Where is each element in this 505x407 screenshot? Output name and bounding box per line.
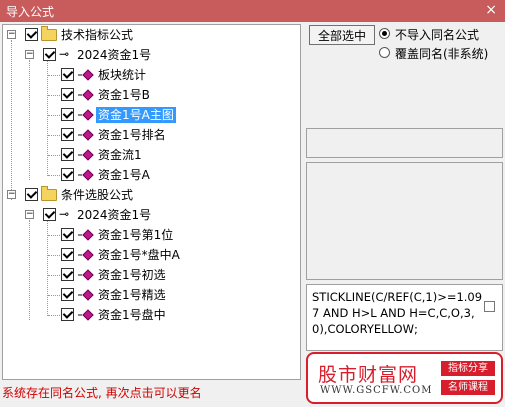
subgroup-label: 2024资金1号 — [77, 48, 152, 62]
item-checkbox[interactable] — [61, 288, 74, 301]
tree-item[interactable]: 板块统计 — [3, 65, 298, 85]
item-label: 资金1号*盘中A — [98, 248, 180, 262]
formula-icon — [82, 229, 94, 241]
brand-name: 股市财富网 — [318, 364, 419, 386]
group-checkbox[interactable] — [25, 28, 38, 41]
item-checkbox[interactable] — [61, 68, 74, 81]
subgroup-checkbox[interactable] — [43, 208, 56, 221]
item-checkbox[interactable] — [61, 268, 74, 281]
tree-item-selected[interactable]: 资金1号A主图 — [3, 105, 298, 125]
item-checkbox[interactable] — [61, 168, 74, 181]
formula-icon — [82, 309, 94, 321]
folder-icon — [41, 186, 57, 201]
radio-label: 覆盖同名(非系统) — [395, 47, 489, 61]
code-option-checkbox[interactable] — [484, 301, 495, 312]
tree-group-technical[interactable]: − 技术指标公式 — [3, 25, 298, 45]
tree-item[interactable]: 资金流1 — [3, 145, 298, 165]
item-label: 资金1号排名 — [98, 128, 166, 142]
tree-subgroup[interactable]: − ⊸ 2024资金1号 — [3, 205, 298, 225]
tree-item[interactable]: 资金1号精选 — [3, 285, 298, 305]
subgroup-checkbox[interactable] — [43, 48, 56, 61]
tree-item[interactable]: 资金1号第1位 — [3, 225, 298, 245]
item-checkbox[interactable] — [61, 148, 74, 161]
tree-item[interactable]: 资金1号排名 — [3, 125, 298, 145]
item-label: 板块统计 — [98, 68, 147, 82]
item-label: 资金1号初选 — [98, 268, 166, 282]
item-label: 资金1号B — [98, 88, 150, 102]
formula-code-text: STICKLINE(C/REF(C,1)>=1.097 AND H>L AND … — [312, 290, 483, 336]
brand-tag-indicators: 指标分享 — [441, 361, 495, 376]
group-label: 条件选股公式 — [61, 188, 134, 202]
formula-icon — [82, 129, 94, 141]
collapse-icon[interactable]: − — [7, 190, 16, 199]
formula-icon — [82, 249, 94, 261]
formula-code-box[interactable]: STICKLINE(C/REF(C,1)>=1.097 AND H>L AND … — [306, 284, 503, 351]
formula-icon — [82, 89, 94, 101]
item-label: 资金1号A主图 — [96, 107, 176, 123]
item-label: 资金1号盘中 — [98, 308, 166, 322]
key-icon: ⊸ — [59, 47, 70, 61]
info-box — [306, 128, 503, 158]
tree-item[interactable]: 资金1号A — [3, 165, 298, 185]
collapse-icon[interactable]: − — [25, 210, 34, 219]
group-checkbox[interactable] — [25, 188, 38, 201]
collapse-icon[interactable]: − — [25, 50, 34, 59]
item-label: 资金流1 — [98, 148, 142, 162]
formula-icon — [82, 69, 94, 81]
brand-watermark: 股市财富网 WWW.GSCFW.COM 指标分享 名师课程 — [306, 352, 503, 404]
item-checkbox[interactable] — [61, 88, 74, 101]
collapse-icon[interactable]: − — [7, 30, 16, 39]
brand-tag-courses: 名师课程 — [441, 380, 495, 395]
formula-icon — [82, 289, 94, 301]
tree-item[interactable]: 资金1号*盘中A — [3, 245, 298, 265]
description-box — [306, 162, 503, 280]
item-label: 资金1号第1位 — [98, 228, 174, 242]
item-checkbox[interactable] — [61, 308, 74, 321]
key-icon: ⊸ — [59, 207, 70, 221]
radio-button[interactable] — [379, 28, 390, 39]
item-checkbox[interactable] — [61, 228, 74, 241]
title-bar: 导入公式 × — [0, 0, 505, 22]
formula-icon — [82, 149, 94, 161]
tree-subgroup[interactable]: − ⊸ 2024资金1号 — [3, 45, 298, 65]
subgroup-label: 2024资金1号 — [77, 208, 152, 222]
formula-icon — [82, 109, 94, 121]
tree-item[interactable]: 资金1号初选 — [3, 265, 298, 285]
item-checkbox[interactable] — [61, 128, 74, 141]
radio-label: 不导入同名公式 — [395, 28, 480, 42]
close-icon[interactable]: × — [485, 2, 497, 18]
item-label: 资金1号精选 — [98, 288, 166, 302]
folder-icon — [41, 26, 57, 41]
tree-item[interactable]: 资金1号盘中 — [3, 305, 298, 325]
formula-icon — [82, 269, 94, 281]
group-label: 技术指标公式 — [61, 28, 134, 42]
formula-tree[interactable]: − 技术指标公式 − ⊸ 2024资金1号 板块统计 资金1号B 资金1号A主图… — [2, 24, 301, 380]
window-title: 导入公式 — [6, 5, 55, 19]
tree-item[interactable]: 资金1号B — [3, 85, 298, 105]
status-message: 系统存在同名公式, 再次点击可以更名 — [2, 386, 202, 400]
brand-url: WWW.GSCFW.COM — [320, 385, 433, 396]
formula-icon — [82, 169, 94, 181]
tree-group-screener[interactable]: − 条件选股公式 — [3, 185, 298, 205]
item-label: 资金1号A — [98, 168, 150, 182]
select-all-button[interactable]: 全部选中 — [309, 25, 375, 45]
item-checkbox[interactable] — [61, 248, 74, 261]
radio-button[interactable] — [379, 47, 390, 58]
item-checkbox[interactable] — [61, 108, 74, 121]
